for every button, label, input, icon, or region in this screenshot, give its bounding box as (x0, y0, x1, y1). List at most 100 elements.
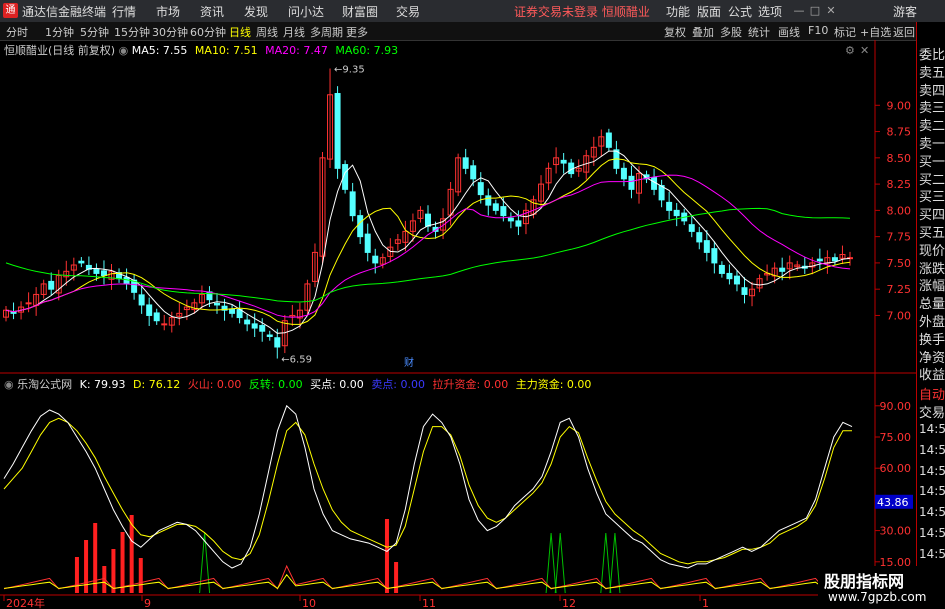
tool-button-overlay[interactable]: 叠加 (692, 24, 714, 40)
sub-indicator-name: 乐淘公式网 (17, 378, 73, 391)
period-button-5min[interactable]: 5分钟 (80, 24, 109, 40)
huoshan-signal-bar (384, 519, 389, 593)
minimize-icon[interactable]: — (792, 4, 806, 17)
side-panel-item: 卖四 (919, 83, 945, 99)
menu-item-options[interactable]: 选项 (758, 3, 782, 20)
candle-body (492, 203, 499, 211)
time-tick-label: 1 (702, 597, 709, 609)
side-panel-item: 涨跌 (919, 261, 945, 277)
candle-body (48, 280, 55, 290)
guest-user[interactable]: 游客 (893, 3, 917, 20)
side-panel-item: 总量 (919, 297, 945, 313)
menu-item-formula[interactable]: 公式 (728, 3, 752, 20)
chart-area[interactable]: 9.00 8.75 8.50 8.25 8.00 7.75 7.50 7.25 7.00 ←9.3… (0, 40, 916, 609)
candle-body (25, 302, 32, 305)
tool-button-draw[interactable]: 画线 (778, 24, 800, 40)
period-button-15min[interactable]: 15分钟 (114, 24, 150, 40)
tool-button-add-watchlist[interactable]: +自选 (860, 24, 891, 40)
side-panel-item[interactable]: 14:56 (919, 422, 945, 436)
huoshan-signal-bar (138, 558, 143, 593)
period-button-multi[interactable]: 多周期 (310, 24, 343, 40)
candle-body (259, 325, 266, 332)
side-panel-item[interactable]: 14:56 (919, 484, 945, 498)
side-panel-item[interactable]: 14:56 (919, 505, 945, 519)
tool-button-f10[interactable]: F10 (808, 24, 828, 37)
ma5-label: MA5: 7.55 (131, 44, 188, 57)
tool-button-multi-stock[interactable]: 多股 (720, 24, 742, 40)
menu-item-discover[interactable]: 发现 (244, 3, 268, 20)
period-toolbar: 分时 1分钟 5分钟 15分钟 30分钟 60分钟 日线 周线 月线 多周期 更… (0, 22, 916, 41)
ma20-line (5, 174, 851, 318)
period-button-daily[interactable]: 日线 (229, 24, 251, 40)
candle-body (266, 334, 273, 337)
ma20-label: MA20: 7.47 (265, 44, 328, 57)
low-price-label: ←6.59 (281, 355, 312, 366)
side-panel-item: 卖五 (919, 65, 945, 81)
period-button-monthly[interactable]: 月线 (283, 24, 305, 40)
candle-body (605, 132, 612, 148)
menu-item-news[interactable]: 资讯 (200, 3, 224, 20)
side-panel-item[interactable]: 14:56 (919, 464, 945, 478)
close-icon[interactable]: ✕ (824, 4, 838, 17)
candle-body (688, 224, 695, 232)
reversal-signal-spike (609, 532, 621, 594)
menu-item-quotes[interactable]: 行情 (112, 3, 136, 20)
side-panel-item[interactable]: 交易 (919, 402, 945, 421)
side-panel-item[interactable]: 14:56 (919, 547, 945, 561)
side-panel-item: 卖二 (919, 119, 945, 135)
period-button-minute[interactable]: 分时 (6, 24, 28, 40)
tool-button-restore[interactable]: 复权 (664, 24, 686, 40)
period-button-more[interactable]: 更多 (346, 24, 368, 40)
period-button-60min[interactable]: 60分钟 (190, 24, 226, 40)
ma60-label: MA60: 7.93 (335, 44, 399, 57)
candle-body (560, 159, 567, 164)
side-panel-item: 买四 (919, 208, 945, 224)
period-button-weekly[interactable]: 周线 (256, 24, 278, 40)
maidian2-label: 卖点: 0.00 (371, 378, 426, 391)
menu-item-function[interactable]: 功能 (666, 3, 690, 20)
tool-button-back[interactable]: 返回 (893, 24, 915, 40)
candles-group (3, 68, 853, 359)
candle-body (425, 213, 431, 227)
side-panel-item: 外盘 (919, 315, 945, 330)
app-title: 通达信金融终端 (22, 5, 107, 19)
side-panel-item: 委比 (919, 48, 945, 63)
quote-side-panel: 委比 卖五 卖四 卖三 卖二 卖一 买一 买二 买三 买四 买五 现价 涨跌 涨幅 总量 外盘 换手 净资 收益 自动… (916, 22, 945, 609)
side-panel-item[interactable]: 14:56 (919, 526, 945, 540)
menu-item-market[interactable]: 市场 (156, 3, 180, 20)
main-indicator-header: 恒顺醋业(日线 前复权) ◉ MA5: 7.55 MA10: 7.51 MA20… (4, 44, 399, 57)
ma10-label: MA10: 7.51 (194, 44, 258, 57)
side-panel-item[interactable]: 自动 (919, 384, 945, 403)
main-close-icon[interactable]: ✕ (860, 44, 869, 57)
sub-indicator-header: ◉ 乐淘公式网 K: 79.93 D: 76.12 火山: 0.00 反转: 0… (4, 378, 592, 391)
time-tick-label: 10 (302, 597, 316, 609)
price-tick-label: 8.00 (887, 204, 912, 217)
candle-body (334, 93, 341, 169)
candle-body (477, 182, 484, 196)
candle-body (673, 209, 680, 217)
tool-button-mark[interactable]: 标记 (834, 24, 856, 40)
candle-body (138, 294, 145, 306)
maximize-icon[interactable]: □ (808, 4, 822, 17)
time-tick-label: 9 (144, 597, 151, 609)
huoshan-signal-bar (93, 523, 98, 593)
side-panel-item[interactable]: 14:56 (919, 443, 945, 457)
reversal-signal-spike (545, 532, 557, 594)
period-button-1min[interactable]: 1分钟 (45, 24, 74, 40)
time-tick-label: 12 (562, 597, 576, 609)
price-tick-label: 8.50 (887, 152, 912, 165)
login-alert[interactable]: 证券交易未登录 恒顺醋业 (514, 3, 650, 20)
kdj-tick-label: 75.00 (880, 431, 912, 444)
period-button-30min[interactable]: 30分钟 (152, 24, 188, 40)
menu-item-layout[interactable]: 版面 (697, 3, 721, 20)
candle-body (515, 220, 522, 227)
d-label: D: 76.12 (133, 378, 181, 391)
candle-body (703, 240, 710, 253)
menu-item-wealth[interactable]: 财富圈 (342, 3, 378, 20)
menu-item-trade[interactable]: 交易 (396, 3, 420, 20)
settings-gear-icon[interactable]: ⚙ (845, 44, 855, 57)
price-tick-label: 7.25 (887, 283, 912, 296)
candle-body (274, 337, 281, 348)
menu-item-ask[interactable]: 问小达 (288, 3, 324, 20)
tool-button-stats[interactable]: 统计 (748, 24, 770, 40)
